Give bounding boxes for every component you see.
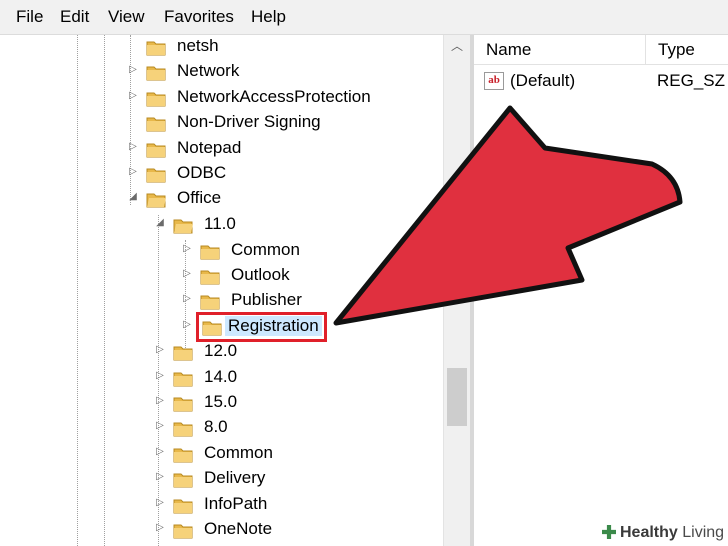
tree-item-label: InfoPath	[204, 494, 268, 513]
folder-icon	[173, 397, 193, 412]
folder-icon	[173, 524, 193, 539]
tree-item-label: 8.0	[204, 417, 228, 436]
expand-icon[interactable]: ▷	[181, 267, 193, 281]
expand-icon[interactable]: ▷	[127, 140, 139, 154]
tree-item-infopath[interactable]: ▷ InfoPath	[0, 493, 440, 517]
menu-favorites[interactable]: Favorites	[164, 7, 234, 27]
watermark-suffix: Living	[682, 524, 725, 541]
expand-icon[interactable]: ▷	[154, 343, 166, 357]
expand-icon[interactable]: ▷	[181, 292, 193, 306]
column-header-type[interactable]: Type	[646, 35, 728, 65]
string-value-icon: ab	[484, 72, 504, 90]
folder-icon	[146, 117, 166, 132]
tree-item-label: Common	[231, 240, 300, 259]
expand-icon[interactable]: ▷	[154, 521, 166, 535]
expand-icon[interactable]: ▷	[154, 445, 166, 459]
tree-item-label: Notepad	[177, 138, 242, 157]
tree-item-notepad[interactable]: ▷ Notepad	[0, 137, 440, 161]
expand-icon[interactable]: ▷	[154, 470, 166, 484]
folder-icon	[146, 168, 166, 183]
scroll-thumb[interactable]	[447, 368, 467, 426]
folder-icon	[173, 372, 193, 387]
expand-icon[interactable]: ▷	[127, 165, 139, 179]
tree-item-label: Non-Driver Signing	[177, 112, 321, 131]
tree-item-label: ODBC	[177, 163, 227, 182]
registry-key-tree: netsh ▷ Network ▷ NetworkAccessProtectio…	[0, 35, 443, 546]
expand-icon[interactable]: ▷	[154, 496, 166, 510]
collapse-icon[interactable]: ◢	[127, 190, 139, 204]
folder-icon	[200, 245, 220, 260]
folder-icon	[200, 295, 220, 310]
tree-item-12-0[interactable]: ▷ 12.0	[0, 340, 440, 364]
expand-icon[interactable]	[127, 38, 139, 52]
tree-item-network[interactable]: ▷ Network	[0, 60, 440, 84]
folder-icon	[173, 422, 193, 437]
tree-item-8-0[interactable]: ▷ 8.0	[0, 416, 440, 440]
open-folder-icon	[146, 193, 166, 208]
folder-icon	[173, 499, 193, 514]
folder-icon	[146, 92, 166, 107]
expand-icon[interactable]: ▷	[181, 318, 193, 332]
tree-item-outlook[interactable]: ▷ Outlook	[0, 264, 440, 288]
open-folder-icon	[173, 219, 193, 234]
expand-icon[interactable]	[127, 114, 139, 128]
tree-item-non-driver-signing[interactable]: Non-Driver Signing	[0, 111, 440, 135]
tree-item-office[interactable]: ◢ Office	[0, 187, 440, 211]
menu-file[interactable]: File	[16, 7, 43, 27]
value-type: REG_SZ	[657, 71, 726, 90]
tree-item-networkaccessprotection[interactable]: ▷ NetworkAccessProtection	[0, 86, 440, 110]
tree-item-14-0[interactable]: ▷ 14.0	[0, 366, 440, 390]
folder-icon	[146, 41, 166, 56]
expand-icon[interactable]: ▷	[154, 369, 166, 383]
expand-icon[interactable]: ▷	[154, 394, 166, 408]
collapse-icon[interactable]: ◢	[154, 216, 166, 230]
tree-item-label: Publisher	[231, 290, 302, 309]
tree-item-common[interactable]: ▷ Common	[0, 239, 440, 263]
plus-logo-icon	[602, 525, 616, 539]
values-pane: Name Type ab (Default) REG_SZ	[474, 35, 728, 546]
value-name[interactable]: (Default)	[510, 69, 575, 93]
tree-item-common-2[interactable]: ▷ Common	[0, 442, 440, 466]
folder-icon	[173, 473, 193, 488]
tree-item-odbc[interactable]: ▷ ODBC	[0, 162, 440, 186]
folder-icon	[173, 448, 193, 463]
expand-icon[interactable]: ▷	[127, 63, 139, 77]
folder-icon	[200, 270, 220, 285]
tree-item-label: Office	[177, 188, 222, 207]
column-header-name[interactable]: Name	[474, 35, 646, 65]
tree-item-11-0[interactable]: ◢ 11.0	[0, 213, 440, 237]
tree-item-onenote[interactable]: ▷ OneNote	[0, 518, 440, 542]
tree-item-label: NetworkAccessProtection	[177, 87, 371, 106]
tree-item-15-0[interactable]: ▷ 15.0	[0, 391, 440, 415]
tree-item-label: netsh	[177, 36, 219, 55]
folder-icon	[146, 143, 166, 158]
healthy-living-watermark: Healthy Living	[596, 520, 728, 546]
tree-item-label: Outlook	[231, 265, 290, 284]
menu-bar: File Edit View Favorites Help	[0, 0, 728, 35]
tree-item-label: 12.0	[204, 341, 238, 360]
tree-item-label: Common	[204, 443, 273, 462]
highlight-box	[196, 312, 327, 342]
tree-item-label: OneNote	[204, 519, 273, 538]
folder-icon	[173, 346, 193, 361]
scroll-up-icon[interactable]: ︿	[450, 40, 464, 52]
watermark-brand: Healthy	[620, 524, 678, 541]
folder-icon	[146, 66, 166, 81]
tree-item-label: 15.0	[204, 392, 238, 411]
tree-item-netsh[interactable]: netsh	[0, 35, 440, 59]
tree-item-publisher[interactable]: ▷ Publisher	[0, 289, 440, 313]
expand-icon[interactable]: ▷	[127, 89, 139, 103]
tree-item-label: Network	[177, 61, 240, 80]
expand-icon[interactable]: ▷	[181, 242, 193, 256]
menu-view[interactable]: View	[108, 7, 145, 27]
menu-edit[interactable]: Edit	[60, 7, 89, 27]
expand-icon[interactable]: ▷	[154, 419, 166, 433]
menu-help[interactable]: Help	[251, 7, 286, 27]
tree-scrollbar[interactable]: ︿	[443, 35, 470, 546]
tree-item-delivery[interactable]: ▷ Delivery	[0, 467, 440, 491]
tree-item-label: 11.0	[204, 214, 236, 233]
tree-item-label: Delivery	[204, 468, 266, 487]
tree-item-label: 14.0	[204, 367, 238, 386]
